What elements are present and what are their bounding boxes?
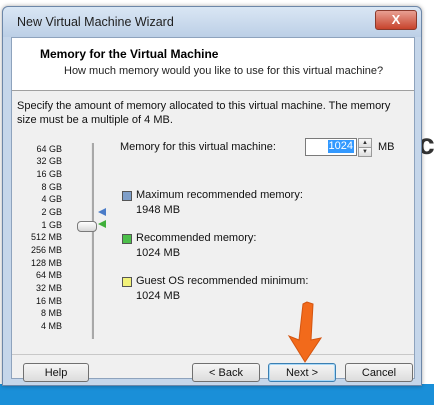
memory-slider-thumb[interactable] <box>77 221 97 232</box>
scale-label: 1 GB <box>41 220 62 230</box>
memory-unit: MB <box>378 141 395 153</box>
scale-label: 8 GB <box>41 182 62 192</box>
scale-label: 256 MB <box>30 245 62 255</box>
max-recommended-color-icon <box>122 191 132 201</box>
close-button[interactable]: X <box>375 10 417 30</box>
scale-label: 16 GB <box>36 169 62 179</box>
memory-slider-track[interactable] <box>91 143 94 339</box>
recommended-marker-icon <box>98 220 106 228</box>
desktop-taskbar-strip <box>0 384 434 405</box>
recommended-color-icon <box>122 234 132 244</box>
button-separator <box>12 354 414 355</box>
cancel-button[interactable]: Cancel <box>345 363 413 382</box>
scale-label: 32 GB <box>36 156 62 166</box>
title-bar[interactable]: New Virtual Machine Wizard X <box>3 7 421 37</box>
recommended-title: Recommended memory: <box>136 232 257 244</box>
next-button[interactable]: Next > <box>268 363 336 382</box>
scale-label: 512 MB <box>30 232 62 242</box>
decrement-button[interactable]: ▼ <box>358 147 372 157</box>
window-title: New Virtual Machine Wizard <box>17 15 174 29</box>
wizard-header: Memory for the Virtual Machine How much … <box>12 38 414 91</box>
memory-description: Specify the amount of memory allocated t… <box>17 100 391 126</box>
scale-label: 64 GB <box>36 144 62 154</box>
max-recommended-value: 1948 MB <box>136 204 181 216</box>
help-button[interactable]: Help <box>23 363 89 382</box>
scale-label: 2 GB <box>41 207 62 217</box>
scale-label: 64 MB <box>35 270 62 280</box>
guest-minimum-title: Guest OS recommended minimum: <box>136 275 309 287</box>
scale-label: 32 MB <box>35 283 62 293</box>
scale-label: 4 MB <box>40 321 62 331</box>
memory-input[interactable]: 1024 <box>305 138 357 156</box>
page-title: Memory for the Virtual Machine <box>40 47 219 61</box>
close-icon: X <box>391 12 401 27</box>
scale-label: 128 MB <box>30 258 62 268</box>
guest-minimum-value: 1024 MB <box>136 290 181 302</box>
memory-stepper[interactable]: ▲ ▼ <box>358 138 372 157</box>
scale-label: 4 GB <box>41 194 62 204</box>
wizard-window: New Virtual Machine Wizard X Memory for … <box>2 6 422 386</box>
recommended-value: 1024 MB <box>136 247 181 259</box>
max-recommended-marker-icon <box>98 208 106 216</box>
scale-label: 16 MB <box>35 296 62 306</box>
max-recommended-title: Maximum recommended memory: <box>136 189 303 201</box>
back-button[interactable]: < Back <box>192 363 260 382</box>
page-subtitle: How much memory would you like to use fo… <box>64 65 384 77</box>
guest-minimum-color-icon <box>122 277 132 287</box>
pointer-arrow-icon <box>287 301 323 363</box>
scale-label: 8 MB <box>40 308 62 318</box>
memory-value: 1024 <box>327 140 354 153</box>
wizard-client-area: Memory for the Virtual Machine How much … <box>11 37 415 382</box>
memory-label: Memory for this virtual machine: <box>120 141 276 153</box>
